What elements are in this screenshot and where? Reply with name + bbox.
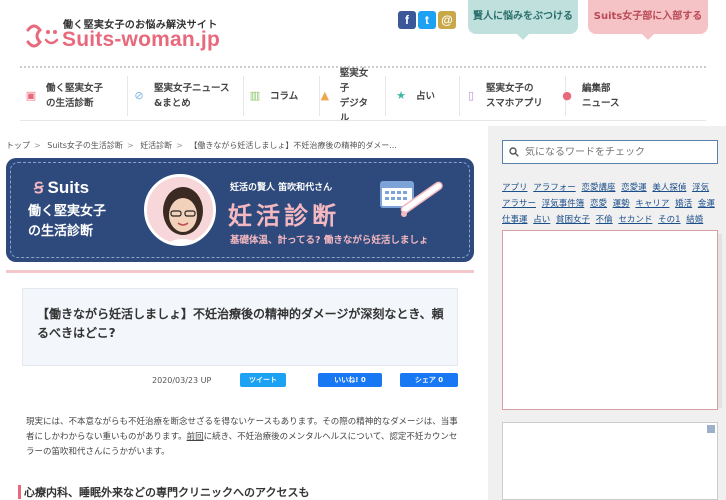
facebook-icon[interactable]: f [398, 11, 416, 29]
search-box[interactable] [502, 140, 718, 164]
paperclip-icon: ⊘ [134, 89, 144, 102]
banner-series: 働く堅実女子 の生活診断 [28, 204, 107, 239]
thermometer-icon [400, 181, 443, 217]
tag-link[interactable]: 恋愛講座 [581, 183, 615, 193]
nav-label: 占い [416, 90, 436, 102]
main-nav: ▣ 働く堅実女子 の生活診断 ⊘ 堅実女子ニュース &まとめ ▥ コラム ▲ 堅… [20, 68, 710, 124]
tag-link[interactable]: アプリ [502, 183, 528, 193]
nav-label: コラム [270, 90, 299, 102]
previous-article-link[interactable]: 前回 [187, 432, 204, 442]
article-title: 【働きながら妊活しましょ】不妊治療後の精神的ダメージが深刻なとき、頼るべきはどこ… [37, 307, 444, 340]
line-icon[interactable]: @ [438, 11, 456, 29]
section-divider [6, 270, 474, 273]
article-subheading: 心療内科、睡眠外来などの専門クリニックへのアクセスも [17, 485, 310, 499]
nav-item-fortune[interactable]: ★ 占い [394, 76, 460, 116]
tag-link[interactable]: 恋愛運 [621, 183, 647, 193]
tag-link[interactable]: アラサー [502, 199, 536, 209]
join-button[interactable]: Suits女子部に入部する [588, 0, 708, 40]
tag-link[interactable]: その1 [658, 215, 680, 225]
nav-item-life-diagnosis[interactable]: ▣ 働く堅実女子 の生活診断 [24, 76, 128, 116]
scrollbar[interactable] [718, 234, 722, 408]
series-banner[interactable]: Ꞩ Suits 働く堅実女子 の生活診断 妊活の賢人 笛吹和代さん 妊活診断 基礎… [6, 158, 474, 262]
nav-item-news[interactable]: ⊘ 堅実女子ニュース &まとめ [132, 76, 244, 116]
nav-item-column[interactable]: ▥ コラム [248, 76, 320, 116]
facebook-share-button[interactable]: シェア 0 [400, 373, 458, 387]
twitter-icon[interactable]: t [418, 11, 436, 29]
breadcrumb-link[interactable]: トップ [6, 141, 30, 150]
nav-label: 編集部 ニュース [582, 83, 620, 109]
nav-label: 堅実女子 デジタル [339, 68, 369, 124]
breadcrumb-current: 【働きながら妊活しましょ】不妊治療後の精神的ダメー... [189, 141, 397, 150]
tag-link[interactable]: 占い [533, 215, 550, 225]
book-icon: ▥ [249, 89, 261, 102]
breadcrumb-link[interactable]: 妊活診断 [140, 141, 172, 150]
site-logo[interactable]: Suits-woman.jp [62, 28, 220, 52]
tag-link[interactable]: 浮気 [692, 183, 709, 193]
tag-link[interactable]: 仕事運 [502, 215, 528, 225]
tag-link[interactable]: 運勢 [613, 199, 630, 209]
logo-icon: Ꞩ [34, 180, 44, 197]
site-header: 働く堅実女子のお悩み解決サイト Suits-woman.jp f t @ 賢人に… [0, 0, 726, 64]
bag-icon: ▲ [320, 89, 330, 102]
smartphone-icon: ▯ [467, 89, 475, 102]
tag-link[interactable]: 結婚 [686, 215, 703, 225]
tag-link[interactable]: アラフォー [533, 183, 576, 193]
nav-label: 働く堅実女子 の生活診断 [46, 83, 104, 109]
search-input[interactable] [525, 146, 715, 158]
sidebar-ad-slot[interactable] [502, 422, 718, 500]
banner-subtitle: 基礎体温、計ってる? 働きながら妊活しましょ [230, 235, 429, 246]
logo-icon[interactable] [24, 20, 60, 52]
banner-title: 妊活診断 [228, 202, 340, 230]
nav-divider-bottom [20, 120, 706, 121]
star-icon: ★ [396, 89, 406, 102]
tag-link[interactable]: 貧困女子 [556, 215, 590, 225]
banner-byline: 妊活の賢人 笛吹和代さん [230, 183, 333, 193]
speech-bubble-icon: ● [562, 89, 572, 102]
tag-link[interactable]: 美人探偵 [652, 183, 686, 193]
tweet-button[interactable]: ツイート [240, 373, 286, 387]
tag-link[interactable]: 金運 [698, 199, 715, 209]
breadcrumb-link[interactable]: Suits女子の生活診断 [47, 141, 123, 150]
nav-item-app[interactable]: ▯ 堅実女子の スマホアプリ [464, 76, 566, 116]
tag-link[interactable]: セカンド [618, 215, 652, 225]
article-body: 現実には、不本意ながらも不妊治療を断念せざるを得ないケースもあります。その際の精… [26, 415, 460, 460]
tag-link[interactable]: 浮気事件簿 [542, 199, 585, 209]
consult-button[interactable]: 賢人に悩みをぶつける [468, 0, 578, 40]
banner-brand: Ꞩ Suits [34, 178, 90, 197]
search-icon[interactable] [509, 147, 519, 157]
nav-label: 堅実女子ニュース &まとめ [154, 83, 230, 109]
nav-label: 堅実女子の スマホアプリ [486, 83, 543, 109]
sidebar-ad-slot[interactable] [502, 230, 718, 410]
breadcrumb: トップ > Suits女子の生活診断 > 妊活診断 > 【働きながら妊活しましょ】不妊… [6, 141, 397, 150]
ad-choices-icon[interactable] [707, 425, 715, 433]
author-photo [144, 174, 216, 246]
article-header: 【働きながら妊活しましょ】不妊治療後の精神的ダメージが深刻なとき、頼るべきはどこ… [22, 288, 458, 366]
publish-date: 2020/03/23 UP [152, 376, 212, 385]
tag-link[interactable]: キャリア [635, 199, 669, 209]
tag-link[interactable]: 不倫 [596, 215, 613, 225]
tag-cloud: アプリ アラフォー 恋愛講座 恋愛運 美人探偵 浮気 アラサー 浮気事件簿 恋愛… [502, 180, 720, 228]
clipboard-icon: ▣ [25, 89, 37, 102]
nav-item-editorial-news[interactable]: ● 編集部 ニュース [560, 76, 650, 116]
tag-link[interactable]: 婚活 [675, 199, 692, 209]
facebook-like-button[interactable]: いいね! 0 [318, 373, 382, 387]
nav-item-digital[interactable]: ▲ 堅実女子 デジタル [318, 68, 386, 124]
tag-link[interactable]: 恋愛 [590, 199, 607, 209]
